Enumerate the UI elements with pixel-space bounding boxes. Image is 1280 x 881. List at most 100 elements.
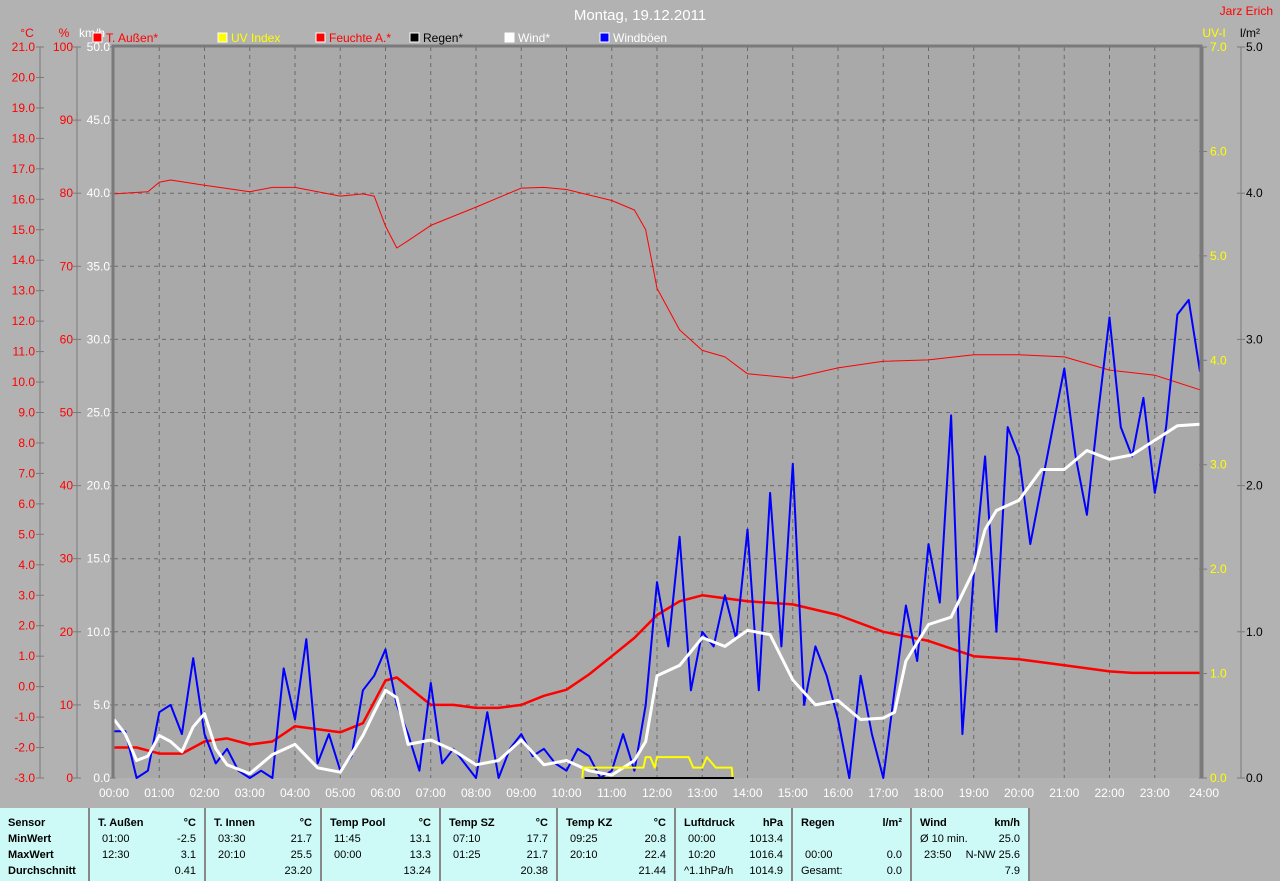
rain-tick-label: 0.0 [1246, 771, 1263, 785]
legend-label: UV Index [231, 31, 280, 45]
table-cell-label: 20:10 [570, 849, 598, 861]
uv-tick-label: 7.0 [1210, 40, 1227, 54]
x-tick-label: 12:00 [642, 786, 672, 800]
column-unit: km/h [994, 817, 1020, 829]
legend-swatch [599, 32, 610, 43]
table-cell-value: N-NW 25.6 [965, 849, 1020, 861]
x-tick-label: 17:00 [868, 786, 898, 800]
table-cell-value: 21.7 [526, 849, 548, 861]
x-tick-label: 10:00 [551, 786, 581, 800]
table-cell-label: 20:10 [218, 849, 246, 861]
rain-tick-label: 2.0 [1246, 479, 1263, 493]
wind-tick-label: 45.0 [87, 113, 111, 127]
table-cell-value: 1016.4 [749, 849, 783, 861]
weather-chart: Montag, 19.12.2011 Jarz Erich °C % km/h … [0, 0, 1280, 808]
statistics-table: Sensor MinWert MaxWert Durchschnitt T. Außen… [0, 808, 1280, 881]
hum-tick-label: 20 [60, 625, 74, 639]
table-cell-value: 21.44 [638, 865, 666, 877]
table-cell-value: 3.1 [180, 849, 196, 861]
table-cell-value: 1013.4 [749, 833, 783, 845]
column-unit: hPa [762, 817, 783, 829]
chart-title: Montag, 19.12.2011 [574, 7, 706, 24]
temp-tick-label: 17.0 [12, 162, 36, 176]
hum-tick-label: 90 [60, 113, 74, 127]
legend-label: Wind* [518, 31, 550, 45]
column-header: Regen [801, 817, 835, 829]
uv-tick-label: 4.0 [1210, 353, 1227, 367]
x-tick-label: 07:00 [416, 786, 446, 800]
uv-tick-label: 3.0 [1210, 458, 1227, 472]
table-cell-label: Gesamt: [801, 865, 843, 877]
table-column: Regen l/m² 00:00 0.0 Gesamt: 0.0 [793, 808, 912, 881]
column-header: Temp KZ [566, 817, 613, 829]
table-cell-value: 13.24 [403, 865, 431, 877]
rain-tick-label: 5.0 [1246, 40, 1263, 54]
table-cell-value: 20.38 [520, 865, 548, 877]
rain-tick-label: 4.0 [1246, 186, 1263, 200]
x-tick-label: 13:00 [687, 786, 717, 800]
x-tick-label: 20:00 [1004, 786, 1034, 800]
x-tick-label: 18:00 [913, 786, 943, 800]
wind-tick-label: 20.0 [87, 479, 111, 493]
x-tick-label: 23:00 [1140, 786, 1170, 800]
table-column: Temp Pool °C 11:45 13.1 00:00 13.3 13.24 [322, 808, 441, 881]
temp-tick-label: 19.0 [12, 101, 36, 115]
column-header: Temp SZ [449, 817, 495, 829]
table-cell-label: 09:25 [570, 833, 598, 845]
wind-tick-label: 0.0 [93, 771, 110, 785]
legend-label: T. Außen* [106, 31, 158, 45]
uv-tick-label: 1.0 [1210, 667, 1227, 681]
table-cell-label: 07:10 [453, 833, 481, 845]
column-unit: °C [183, 817, 196, 829]
hum-tick-label: 40 [60, 479, 74, 493]
table-cell-label: Durchschnitt [8, 865, 76, 877]
table-cell-label: MaxWert [8, 849, 54, 861]
temp-tick-label: 14.0 [12, 253, 36, 267]
rain-tick-label: 3.0 [1246, 332, 1263, 346]
hum-tick-label: 10 [60, 698, 74, 712]
rain-tick-label: 1.0 [1246, 625, 1263, 639]
uv-axis-unit: UV-I [1202, 26, 1225, 40]
table-cell-label: 00:00 [805, 849, 833, 861]
column-unit: l/m² [882, 817, 902, 829]
x-tick-label: 02:00 [189, 786, 219, 800]
temp-tick-label: 0.0 [18, 680, 35, 694]
hum-tick-label: 30 [60, 552, 74, 566]
x-tick-label: 16:00 [823, 786, 853, 800]
temp-tick-label: 12.0 [12, 314, 36, 328]
table-cell-label: 03:30 [218, 833, 246, 845]
temp-tick-label: -1.0 [14, 710, 35, 724]
column-header: Temp Pool [330, 817, 386, 829]
x-tick-label: 06:00 [370, 786, 400, 800]
legend-swatch [217, 32, 228, 43]
legend-swatch [504, 32, 515, 43]
table-column: Temp SZ °C 07:10 17.7 01:25 21.7 20.38 [441, 808, 558, 881]
x-tick-label: 01:00 [144, 786, 174, 800]
hum-tick-label: 70 [60, 259, 74, 273]
temp-tick-label: 15.0 [12, 223, 36, 237]
column-unit: °C [299, 817, 312, 829]
table-cell-value: 21.7 [290, 833, 312, 845]
table-cell-label: ^1.1hPa/h [684, 865, 734, 877]
x-tick-label: 24:00 [1189, 786, 1219, 800]
temp-tick-label: 20.0 [12, 70, 36, 84]
temp-tick-label: 6.0 [18, 497, 35, 511]
hum-tick-label: 100 [53, 40, 73, 54]
table-cell-value: -2.5 [177, 833, 196, 845]
x-tick-label: 09:00 [506, 786, 536, 800]
x-tick-label: 03:00 [235, 786, 265, 800]
table-cell-value: 0.41 [174, 865, 196, 877]
table-cell-value: 23.20 [284, 865, 312, 877]
uv-tick-label: 2.0 [1210, 562, 1227, 576]
table-column: Luftdruck hPa 00:00 1013.4 10:20 1016.4 ^1.1hP… [676, 808, 793, 881]
temp-tick-label: 16.0 [12, 192, 36, 206]
temp-tick-label: 9.0 [18, 406, 35, 420]
table-cell-value: 0.0 [886, 849, 902, 861]
temp-tick-label: 2.0 [18, 619, 35, 633]
wind-tick-label: 10.0 [87, 625, 111, 639]
temp-tick-label: 3.0 [18, 588, 35, 602]
x-tick-label: 04:00 [280, 786, 310, 800]
x-tick-label: 11:00 [597, 786, 626, 800]
table-cell-label: 00:00 [334, 849, 362, 861]
wind-tick-label: 5.0 [93, 698, 110, 712]
